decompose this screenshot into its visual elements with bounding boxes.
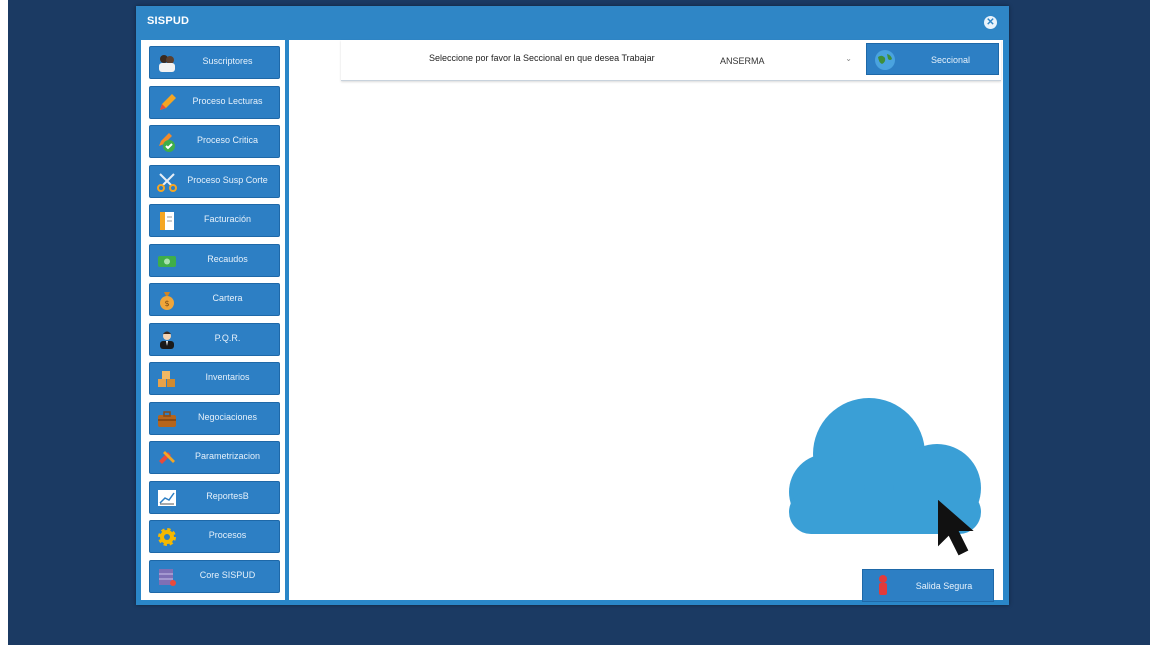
boxes-icon — [156, 368, 178, 390]
chart-icon — [156, 487, 178, 509]
sidebar-item-label: Cartera — [212, 293, 243, 303]
invoice-icon — [156, 210, 178, 232]
sidebar: Suscriptores Proceso Lecturas Proceso Cr… — [141, 40, 285, 600]
support-agent-icon — [156, 329, 178, 351]
cash-icon — [156, 250, 178, 272]
chevron-down-icon[interactable]: ⌄ — [845, 54, 852, 63]
salida-segura-label: Salida Segura — [915, 581, 973, 591]
seccional-bar: Seleccione por favor la Seccional en que… — [341, 40, 1001, 81]
sidebar-item-recaudos[interactable]: Recaudos — [149, 244, 280, 277]
close-icon[interactable]: ✕ — [984, 16, 997, 29]
scissors-icon — [156, 171, 178, 193]
person-exit-icon — [873, 574, 893, 603]
sidebar-item-label: Proceso Lecturas — [192, 96, 263, 106]
sidebar-item-label: Proceso Critica — [196, 135, 259, 145]
edit-check-icon — [156, 131, 178, 153]
seccional-prompt: Seleccione por favor la Seccional en que… — [429, 53, 655, 63]
sidebar-item-label: P.Q.R. — [214, 333, 241, 343]
sidebar-item-core-sispud[interactable]: Core SISPUD — [149, 560, 280, 593]
gear-icon — [156, 526, 178, 548]
tools-icon — [156, 447, 178, 469]
sidebar-item-facturacion[interactable]: Facturación — [149, 204, 280, 237]
sidebar-item-proceso-susp-corte[interactable]: Proceso Susp Corte — [149, 165, 280, 198]
seccional-select-value: ANSERMA — [720, 56, 765, 66]
window-title: SISPUD — [147, 15, 190, 27]
users-icon — [156, 52, 178, 74]
sidebar-item-proceso-lecturas[interactable]: Proceso Lecturas — [149, 86, 280, 119]
sidebar-item-label: Parametrizacion — [194, 451, 261, 461]
sidebar-item-suscriptores[interactable]: Suscriptores — [149, 46, 280, 79]
seccional-select[interactable]: ANSERMA ⌄ — [715, 50, 859, 72]
sidebar-item-label: Procesos — [208, 530, 247, 540]
sidebar-item-label: Facturación — [203, 214, 252, 224]
sidebar-item-inventarios[interactable]: Inventarios — [149, 362, 280, 395]
sidebar-item-reportesb[interactable]: ReportesB — [149, 481, 280, 514]
sidebar-item-label: Suscriptores — [202, 56, 253, 66]
sidebar-item-cartera[interactable]: $ Cartera — [149, 283, 280, 316]
pencil-icon — [156, 92, 178, 114]
title-bar: SISPUD ✕ — [136, 6, 1009, 40]
salida-segura-button[interactable]: Salida Segura — [862, 569, 994, 602]
sidebar-item-label: Core SISPUD — [199, 570, 256, 580]
svg-text:$: $ — [164, 299, 169, 308]
sidebar-item-procesos[interactable]: Procesos — [149, 520, 280, 553]
seccional-button-label: Seccional — [930, 55, 971, 65]
sidebar-item-negociaciones[interactable]: Negociaciones — [149, 402, 280, 435]
app-window: SISPUD ✕ Suscriptores Proceso Lecturas P… — [136, 6, 1009, 605]
money-bag-icon: $ — [156, 289, 178, 311]
sidebar-item-parametrizacion[interactable]: Parametrizacion — [149, 441, 280, 474]
main-content: Seleccione por favor la Seccional en que… — [289, 40, 1003, 602]
sidebar-item-label: Recaudos — [207, 254, 248, 264]
sidebar-item-pqr[interactable]: P.Q.R. — [149, 323, 280, 356]
cursor-icon — [937, 499, 977, 563]
sidebar-item-proceso-critica[interactable]: Proceso Critica — [149, 125, 280, 158]
briefcase-icon — [156, 408, 178, 430]
sidebar-item-label: ReportesB — [206, 491, 249, 501]
globe-icon — [873, 48, 897, 77]
seccional-button[interactable]: Seccional — [866, 43, 999, 75]
sidebar-item-label: Negociaciones — [197, 412, 258, 422]
database-icon — [156, 566, 178, 588]
sidebar-item-label: Inventarios — [205, 372, 250, 382]
sidebar-item-label: Proceso Susp Corte — [187, 175, 268, 185]
